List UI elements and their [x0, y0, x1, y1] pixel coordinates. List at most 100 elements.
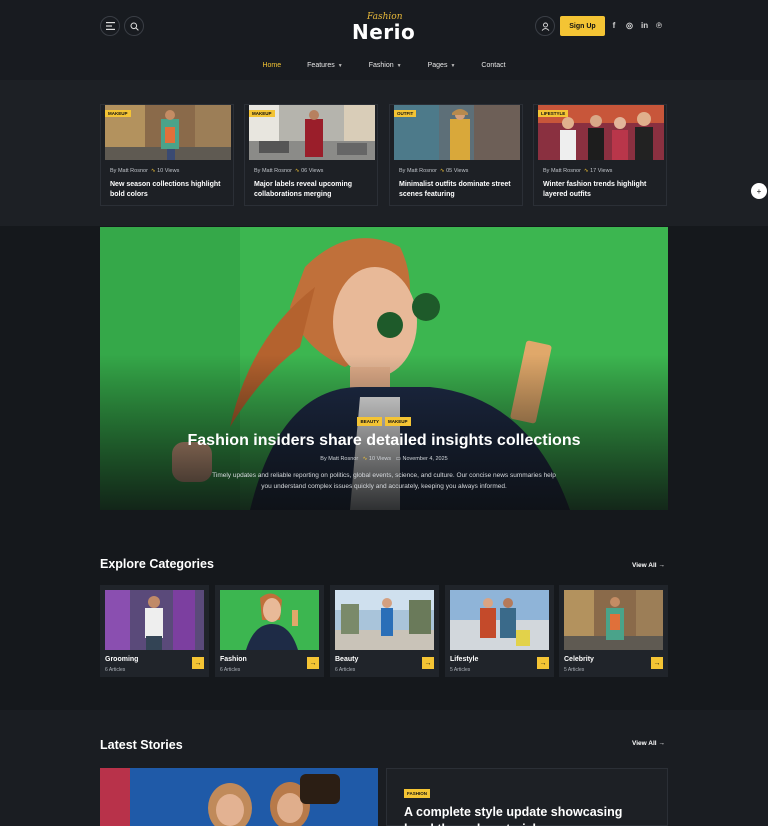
chevron-down-icon: ▼: [396, 63, 402, 69]
category-image: [564, 590, 663, 650]
article-count: 5 Articles: [450, 667, 471, 673]
card-title[interactable]: Winter fashion trends highlight layered …: [543, 180, 665, 200]
search-icon[interactable]: [124, 16, 144, 36]
author: By Matt Rosnor: [543, 168, 581, 174]
arrow-right-icon: →: [658, 562, 665, 569]
author: By Matt Rosnor: [320, 456, 359, 462]
category-image: [105, 590, 204, 650]
nav-item-pages[interactable]: Pages ▼: [428, 60, 456, 72]
menu-icon[interactable]: [100, 16, 120, 36]
category-name: Celebrity: [564, 656, 594, 663]
category-badge[interactable]: LIFESTYLE: [538, 110, 569, 117]
nav-label: Contact: [481, 62, 506, 69]
view-all-label: View All: [632, 562, 657, 569]
featured-strip: MAKEUP By Matt Rosnor ∿ 10 Views New sea…: [0, 80, 768, 226]
view-count: 10 Views: [157, 168, 180, 174]
category-card[interactable]: Grooming 6 Articles →: [100, 585, 209, 677]
category-badge[interactable]: BEAUTY: [357, 417, 382, 426]
story-title[interactable]: A complete style update showcasing break…: [404, 804, 654, 826]
card-meta: By Matt Rosnor ∿ 10 Views: [110, 168, 179, 174]
article-count: 6 Articles: [220, 667, 241, 673]
views-icon: ∿: [362, 456, 368, 462]
view-all-link[interactable]: View All →: [632, 740, 665, 747]
views-icon: ∿: [583, 168, 589, 174]
card-title[interactable]: Minimalist outfits dominate street scene…: [399, 180, 521, 200]
story-card[interactable]: FASHION A complete style update showcasi…: [386, 768, 668, 826]
section-title: Latest Stories: [100, 738, 183, 752]
card-title[interactable]: Major labels reveal upcoming collaborati…: [254, 180, 376, 200]
featured-card[interactable]: OUTFIT By Matt Rosnor ∿ 05 Views Minimal…: [389, 104, 523, 206]
category-card[interactable]: Beauty 6 Articles →: [330, 585, 439, 677]
category-badge[interactable]: MAKEUP: [385, 417, 411, 426]
article-count: 5 Articles: [564, 667, 585, 673]
category-image: [335, 590, 434, 650]
view-count: 06 Views: [301, 168, 324, 174]
hero-tags: BEAUTY MAKEUP: [100, 417, 668, 426]
main-nav: Home Features ▼ Fashion ▼ Pages ▼ Contact: [0, 60, 768, 72]
article-count: 6 Articles: [105, 667, 126, 673]
site-header: Fashion Nerio Sign Up f ◎ in ℗ Home Feat…: [0, 0, 768, 80]
featured-card[interactable]: MAKEUP By Matt Rosnor ∿ 06 Views Major l…: [244, 104, 378, 206]
article-count: 6 Articles: [335, 667, 356, 673]
social-links: f ◎ in ℗: [611, 20, 662, 32]
category-card[interactable]: Lifestyle 5 Articles →: [445, 585, 554, 677]
nav-label: Pages: [427, 62, 448, 69]
view-count: 10 Views: [368, 456, 392, 462]
story-image[interactable]: [100, 768, 378, 826]
views-icon: ∿: [294, 168, 300, 174]
site-logo[interactable]: Fashion Nerio: [352, 12, 422, 44]
chevron-down-icon: ▼: [337, 63, 343, 69]
views-icon: ∿: [439, 168, 445, 174]
category-badge[interactable]: FASHION: [404, 789, 431, 798]
category-name: Beauty: [335, 656, 359, 663]
calendar-icon: ▭: [395, 456, 401, 462]
nav-label: Fashion: [368, 62, 394, 69]
category-name: Grooming: [105, 656, 139, 663]
arrow-right-icon[interactable]: →: [307, 657, 319, 669]
nav-item-fashion[interactable]: Fashion ▼: [369, 60, 402, 72]
category-badge[interactable]: OUTFIT: [394, 110, 417, 117]
hero-title[interactable]: Fashion insiders share detailed insights…: [100, 432, 668, 450]
arrow-right-icon: →: [658, 740, 665, 747]
hero-description: Timely updates and reliable reporting on…: [212, 472, 556, 490]
featured-card[interactable]: MAKEUP By Matt Rosnor ∿ 10 Views New sea…: [100, 104, 234, 206]
facebook-icon[interactable]: f: [611, 20, 617, 32]
arrow-right-icon[interactable]: →: [537, 657, 549, 669]
category-name: Fashion: [220, 656, 247, 663]
view-count: 17 Views: [590, 168, 613, 174]
hero-banner[interactable]: BEAUTY MAKEUP Fashion insiders share det…: [100, 227, 668, 510]
publish-date: November 4, 2025: [402, 456, 448, 462]
pinterest-icon[interactable]: ℗: [656, 20, 662, 32]
card-meta: By Matt Rosnor ∿ 06 Views: [254, 168, 323, 174]
section-title: Explore Categories: [100, 557, 214, 571]
category-image: [220, 590, 319, 650]
nav-item-home[interactable]: Home: [262, 60, 281, 72]
view-count: 05 Views: [446, 168, 469, 174]
sign-up-button[interactable]: Sign Up: [560, 16, 605, 36]
arrow-right-icon[interactable]: →: [422, 657, 434, 669]
nav-label: Home: [262, 62, 282, 69]
author: By Matt Rosnor: [399, 168, 437, 174]
category-name: Lifestyle: [450, 656, 479, 663]
card-meta: By Matt Rosnor ∿ 05 Views: [399, 168, 468, 174]
author: By Matt Rosnor: [254, 168, 292, 174]
category-badge[interactable]: MAKEUP: [249, 110, 275, 117]
nav-item-features[interactable]: Features ▼: [307, 60, 343, 72]
category-card[interactable]: Fashion 6 Articles →: [215, 585, 324, 677]
view-all-label: View All: [632, 740, 657, 747]
author: By Matt Rosnor: [110, 168, 148, 174]
category-card[interactable]: Celebrity 5 Articles →: [559, 585, 668, 677]
view-all-link[interactable]: View All →: [632, 562, 665, 569]
category-badge[interactable]: MAKEUP: [105, 110, 131, 117]
plus-icon[interactable]: +: [751, 183, 767, 199]
arrow-right-icon[interactable]: →: [651, 657, 663, 669]
card-title[interactable]: New season collections highlight bold co…: [110, 180, 232, 200]
instagram-icon[interactable]: ◎: [626, 20, 633, 32]
linkedin-icon[interactable]: in: [641, 20, 648, 32]
hero-image: [100, 227, 668, 510]
user-icon[interactable]: [535, 16, 555, 36]
arrow-right-icon[interactable]: →: [192, 657, 204, 669]
nav-item-contact[interactable]: Contact: [481, 60, 505, 72]
hero-meta: By Matt Rosnor ∿ 10 Views ▭ November 4, …: [100, 456, 668, 462]
featured-card[interactable]: LIFESTYLE By Matt Rosnor ∿ 17 Views Wint…: [533, 104, 667, 206]
